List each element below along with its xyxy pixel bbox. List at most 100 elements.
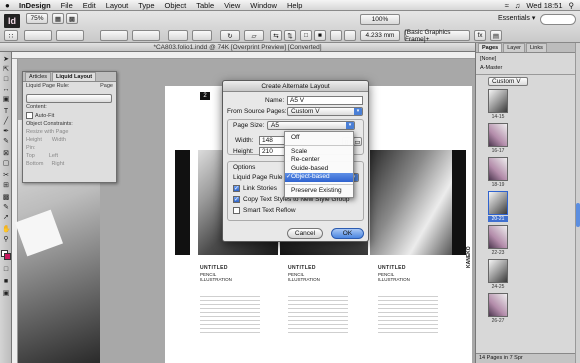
- pin-left[interactable]: Left: [49, 153, 58, 159]
- spread-thumb-14-15[interactable]: [488, 89, 508, 113]
- apple-menu-icon[interactable]: ●: [0, 1, 14, 10]
- menu-table[interactable]: Table: [191, 1, 219, 10]
- spread-thumb-16-17[interactable]: [488, 123, 508, 147]
- fill-swatch[interactable]: [330, 30, 342, 41]
- w-field[interactable]: [100, 30, 128, 41]
- workspace-switcher[interactable]: Essentials ▾: [498, 14, 535, 22]
- tab-links[interactable]: Links: [525, 43, 547, 52]
- type-tool-icon[interactable]: T: [2, 108, 10, 115]
- caption-2[interactable]: UNTITLED PENCIL ILLUSTRATION: [288, 265, 348, 283]
- eyedropper-tool-icon[interactable]: ➚: [2, 214, 10, 221]
- gradient-tool-icon[interactable]: ▩: [2, 194, 10, 201]
- object-style-dropdown[interactable]: [Basic Graphics Frame]+: [404, 29, 470, 43]
- pages-scrollbar[interactable]: [575, 43, 580, 363]
- copy-styles-checkbox[interactable]: ✓: [233, 196, 240, 203]
- reference-point-icon[interactable]: ∷: [4, 30, 18, 41]
- menu-item-guide-based[interactable]: Guide-based: [285, 165, 353, 174]
- menu-window[interactable]: Window: [245, 1, 282, 10]
- fx-button[interactable]: fx: [474, 30, 486, 41]
- link-stories-checkbox[interactable]: ✓: [233, 185, 240, 192]
- direct-selection-tool-icon[interactable]: ⇱: [2, 66, 10, 73]
- select-content-button[interactable]: ■: [314, 30, 326, 41]
- scrollbar-thumb[interactable]: [576, 203, 580, 227]
- menu-object[interactable]: Object: [160, 1, 192, 10]
- liquid-rule-dropdown[interactable]: [26, 94, 112, 103]
- view-mode-icon[interactable]: ▣: [2, 290, 10, 297]
- page-size-dropdown[interactable]: A5 ▾: [267, 121, 355, 130]
- menu-item-preserve-existing[interactable]: Preserve Existing: [285, 187, 353, 196]
- apply-color-icon[interactable]: ■: [2, 278, 10, 285]
- spread-thumb-24-25[interactable]: [488, 259, 508, 283]
- free-transform-tool-icon[interactable]: ⊞: [2, 182, 10, 189]
- menu-item-object-based[interactable]: ✓ Object-based: [285, 173, 353, 182]
- pin-top[interactable]: Top: [26, 153, 35, 159]
- zoom-tool-icon[interactable]: ⚲: [2, 236, 10, 243]
- select-container-button[interactable]: □: [300, 30, 312, 41]
- pin-right[interactable]: Right: [51, 161, 64, 167]
- menu-view[interactable]: View: [219, 1, 245, 10]
- landscape-orientation-icon[interactable]: ▭: [353, 137, 362, 146]
- body-text-1[interactable]: [200, 293, 260, 333]
- screen-mode-button[interactable]: ▩: [66, 13, 78, 24]
- note-tool-icon[interactable]: ✎: [2, 204, 10, 211]
- shear-field[interactable]: ▱: [244, 30, 264, 41]
- menu-type[interactable]: Type: [133, 1, 159, 10]
- zoom-dropdown[interactable]: 75%: [26, 13, 48, 24]
- spread-thumb-20-21[interactable]: [488, 191, 508, 215]
- spread-thumb-18-19[interactable]: [488, 157, 508, 181]
- pen-tool-icon[interactable]: ✒: [2, 128, 10, 135]
- height-input[interactable]: 210: [259, 147, 285, 156]
- selection-tool-icon[interactable]: ➤: [2, 56, 10, 63]
- tab-articles[interactable]: Articles: [25, 72, 52, 81]
- layout-dropdown[interactable]: Custom V: [488, 77, 528, 86]
- help-search-input[interactable]: [540, 14, 576, 25]
- cancel-button[interactable]: Cancel: [287, 228, 323, 239]
- menu-layout[interactable]: Layout: [101, 1, 134, 10]
- opacity-field[interactable]: 100%: [360, 14, 400, 25]
- rotate-field[interactable]: ↻: [220, 30, 240, 41]
- flip-v-button[interactable]: ⇅: [284, 30, 296, 41]
- rectangle-frame-tool-icon[interactable]: ⊠: [2, 150, 10, 157]
- spread-thumb-26-27[interactable]: [488, 293, 508, 317]
- menu-item-off[interactable]: Off: [285, 134, 353, 143]
- flip-h-button[interactable]: ⇆: [270, 30, 282, 41]
- width-input[interactable]: 148: [259, 136, 285, 145]
- menu-file[interactable]: File: [56, 1, 78, 10]
- pencil-tool-icon[interactable]: ✎: [2, 138, 10, 145]
- source-pages-dropdown[interactable]: Custom V ▾: [287, 107, 363, 116]
- menu-item-recenter[interactable]: Re-center: [285, 156, 353, 165]
- stroke-weight-field[interactable]: 4.233 mm: [360, 30, 400, 41]
- percent-y-field[interactable]: [192, 30, 212, 41]
- height-option[interactable]: Height: [26, 137, 42, 143]
- content-collector-icon[interactable]: ▣: [2, 96, 10, 103]
- master-none[interactable]: [None]: [480, 56, 496, 62]
- volume-icon[interactable]: ♫: [515, 1, 521, 10]
- width-option[interactable]: Width: [52, 137, 66, 143]
- tab-pages[interactable]: Pages: [478, 43, 503, 52]
- y-field[interactable]: [56, 30, 84, 41]
- ok-button[interactable]: OK: [331, 228, 364, 239]
- body-text-3[interactable]: [378, 293, 438, 333]
- line-tool-icon[interactable]: ╱: [2, 118, 10, 125]
- caption-1[interactable]: UNTITLED PENCIL ILLUSTRATION: [200, 265, 260, 283]
- photo-right[interactable]: [370, 150, 452, 255]
- menu-help[interactable]: Help: [282, 1, 307, 10]
- wrap-button[interactable]: ▤: [490, 30, 502, 41]
- wifi-icon[interactable]: ≈: [505, 1, 509, 10]
- menu-edit[interactable]: Edit: [78, 1, 101, 10]
- pin-bottom[interactable]: Bottom: [26, 161, 43, 167]
- horizontal-ruler[interactable]: [12, 52, 475, 59]
- menu-item-scale[interactable]: Scale: [285, 148, 353, 157]
- hand-tool-icon[interactable]: ✋: [2, 226, 11, 233]
- app-menu[interactable]: InDesign: [14, 1, 56, 10]
- document-tab[interactable]: *CA803.folio1.indd @ 74K [Overprint Prev…: [0, 43, 475, 52]
- spread-thumb-22-23[interactable]: [488, 225, 508, 249]
- black-bar-left[interactable]: [175, 150, 190, 255]
- percent-x-field[interactable]: [168, 30, 188, 41]
- black-bar-right[interactable]: [452, 150, 466, 255]
- scissors-tool-icon[interactable]: ✂: [2, 172, 10, 179]
- stroke-swatch-icon[interactable]: [4, 253, 11, 260]
- h-field[interactable]: [132, 30, 160, 41]
- tab-liquid-layout[interactable]: Liquid Layout: [52, 72, 97, 81]
- tab-layer[interactable]: Layer: [503, 43, 525, 52]
